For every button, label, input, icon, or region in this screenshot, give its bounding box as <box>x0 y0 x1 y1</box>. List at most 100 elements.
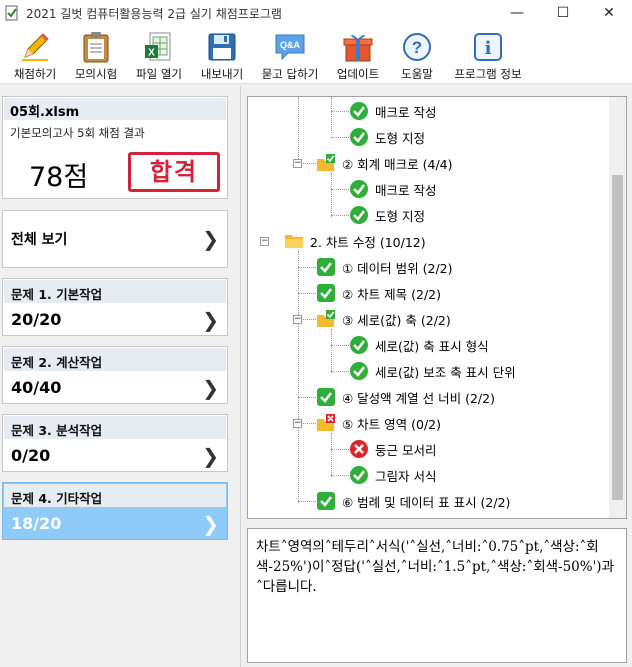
file-name: 05회.xlsm <box>4 98 226 120</box>
tree-item-label: ② 회계 매크로 (4/4) <box>342 156 453 172</box>
tree-item-label: ④ 달성액 계열 선 너비 (2/2) <box>342 390 495 406</box>
toolbar-open-file-button[interactable]: X 파일 열기 <box>128 26 190 84</box>
chevron-right-icon: ❯ <box>202 308 219 332</box>
window-title: 2021 길벗 컴퓨터활용능력 2급 실기 채점프로그램 <box>26 6 282 21</box>
chevron-right-icon: ❯ <box>202 444 219 468</box>
check-icon <box>316 387 336 407</box>
problem-title: 문제 4. 기타작업 <box>4 484 226 507</box>
svg-text:X: X <box>148 48 155 59</box>
error-icon <box>349 439 369 459</box>
check-icon <box>349 361 369 381</box>
tree-item[interactable]: 도형 지정 <box>349 202 425 228</box>
chevron-right-icon: ❯ <box>202 376 219 400</box>
panel-divider <box>240 86 241 667</box>
full-view-button[interactable]: 전체 보기 ❯ <box>2 210 228 268</box>
tree-item[interactable]: 도형 지정 <box>349 124 425 150</box>
tree-item[interactable]: 매크로 작성 <box>349 176 436 202</box>
chevron-right-icon: ❯ <box>202 227 219 251</box>
tree-item[interactable]: ③ 세로(값) 축 (2/2) <box>316 306 451 332</box>
scrollbar-thumb[interactable] <box>612 175 623 500</box>
tree-item-label: 매크로 작성 <box>375 182 437 198</box>
tree-item[interactable]: 2. 차트 수정 (10/12) <box>284 228 426 254</box>
excel-file-icon: X <box>145 32 171 61</box>
toolbar-label: 업데이트 <box>336 67 380 81</box>
gift-icon <box>343 34 373 62</box>
folder-check-icon <box>316 153 336 173</box>
problem-3-button[interactable]: 문제 3. 분석작업 0/20 ❯ <box>2 414 228 472</box>
check-icon <box>349 465 369 485</box>
tree-item[interactable]: 세로(값) 축 표시 형식 <box>349 332 489 358</box>
tree-item-label: ③ 세로(값) 축 (2/2) <box>342 312 451 328</box>
tree-item-label: ① 데이터 범위 (2/2) <box>342 260 453 276</box>
minimize-button[interactable]: — <box>494 0 540 26</box>
collapse-toggle[interactable]: − <box>293 159 302 168</box>
toolbar: 채점하기 모의시험 X 파일 열기 내보내기 Q&A 묻고 답하기 업데이트 ?… <box>0 26 632 84</box>
toolbar-program-info-button[interactable]: i 프로그램 정보 <box>446 26 530 84</box>
tree-item-label: ⑤ 차트 영역 (0/2) <box>342 416 441 432</box>
check-icon <box>349 127 369 147</box>
tree-item[interactable]: ② 차트 제목 (2/2) <box>316 280 441 306</box>
tree-item[interactable]: 세로(값) 보조 축 표시 단위 <box>349 358 516 384</box>
problem-2-button[interactable]: 문제 2. 계산작업 40/40 ❯ <box>2 346 228 404</box>
grading-tree[interactable]: − − − − 매크로 작성 도형 지정 ② 회계 매크로 (4/4) 매크로 … <box>247 96 627 519</box>
tree-item[interactable]: 그림자 서식 <box>349 462 436 488</box>
tree-item-label: 2. 차트 수정 (10/12) <box>310 234 426 250</box>
total-score: 78점 <box>29 162 89 193</box>
tree-item[interactable]: ① 데이터 범위 (2/2) <box>316 254 453 280</box>
collapse-toggle[interactable]: − <box>293 315 302 324</box>
chevron-right-icon: ❯ <box>202 512 219 536</box>
toolbar-mock-exam-button[interactable]: 모의시험 <box>66 26 126 84</box>
toolbar-update-button[interactable]: 업데이트 <box>328 26 388 84</box>
problem-score: 0/20 <box>11 446 51 465</box>
check-icon <box>316 491 336 511</box>
title-bar: 2021 길벗 컴퓨터활용능력 2급 실기 채점프로그램 — ☐ ✕ <box>0 0 632 26</box>
problem-title: 문제 3. 분석작업 <box>4 416 226 439</box>
tree-item[interactable]: 매크로 작성 <box>349 98 436 124</box>
toolbar-label: 모의시험 <box>74 67 118 81</box>
tree-item-label: 세로(값) 보조 축 표시 단위 <box>375 364 516 380</box>
tree-item-label: ⑥ 범례 및 데이터 표 표시 (2/2) <box>342 494 511 510</box>
result-card: 05회.xlsm 기본모의고사 5회 채점 결과 78점 합격 <box>2 96 228 199</box>
check-icon <box>349 179 369 199</box>
toolbar-help-button[interactable]: ? 도움말 <box>390 26 444 84</box>
clipboard-icon <box>83 32 109 63</box>
pencil-icon <box>22 33 49 61</box>
problem-title: 문제 1. 기본작업 <box>4 280 226 303</box>
detail-message: 차트˄영역의˄테두리˄서식('˄실선,˄너비:˄0.75˄pt,˄색상:˄회색-… <box>247 528 627 663</box>
check-icon <box>316 257 336 277</box>
problem-score: 40/40 <box>11 378 62 397</box>
tree-item-label: 매크로 작성 <box>375 104 437 120</box>
collapse-toggle[interactable]: − <box>293 419 302 428</box>
tree-item-label: 도형 지정 <box>375 208 425 224</box>
info-icon: i <box>474 33 502 61</box>
vertical-scrollbar[interactable] <box>609 97 626 518</box>
folder-icon <box>284 231 304 251</box>
toolbar-label: 묻고 답하기 <box>261 67 319 81</box>
close-button[interactable]: ✕ <box>586 0 632 26</box>
problem-1-button[interactable]: 문제 1. 기본작업 20/20 ❯ <box>2 278 228 336</box>
qa-bubble-icon: Q&A <box>275 34 305 61</box>
toolbar-qa-button[interactable]: Q&A 묻고 답하기 <box>254 26 326 84</box>
tree-item[interactable]: ⑥ 범례 및 데이터 표 표시 (2/2) <box>316 488 510 514</box>
tree-item[interactable]: ④ 달성액 계열 선 너비 (2/2) <box>316 384 495 410</box>
collapse-toggle[interactable]: − <box>260 237 269 246</box>
tree-item[interactable]: ② 회계 매크로 (4/4) <box>316 150 453 176</box>
tree-item[interactable]: 둥근 모서리 <box>349 436 436 462</box>
toolbar-export-button[interactable]: 내보내기 <box>192 26 252 84</box>
toolbar-label: 도움말 <box>401 67 433 81</box>
left-panel: 05회.xlsm 기본모의고사 5회 채점 결과 78점 합격 전체 보기 ❯ … <box>0 92 231 667</box>
toolbar-label: 파일 열기 <box>136 67 182 81</box>
toolbar-grade-button[interactable]: 채점하기 <box>6 26 64 84</box>
floppy-disk-icon <box>208 33 236 61</box>
problem-4-button[interactable]: 문제 4. 기타작업 18/20 ❯ <box>2 482 228 540</box>
folder-check-icon <box>316 309 336 329</box>
tree-item-label: 세로(값) 축 표시 형식 <box>375 338 489 354</box>
check-icon <box>316 283 336 303</box>
check-icon <box>349 205 369 225</box>
tree-item[interactable]: ⑤ 차트 영역 (0/2) <box>316 410 441 436</box>
full-view-label: 전체 보기 <box>11 232 68 248</box>
toolbar-label: 채점하기 <box>13 67 57 81</box>
maximize-button[interactable]: ☐ <box>540 0 586 26</box>
tree-item-label: 그림자 서식 <box>375 468 437 484</box>
problem-title: 문제 2. 계산작업 <box>4 348 226 371</box>
